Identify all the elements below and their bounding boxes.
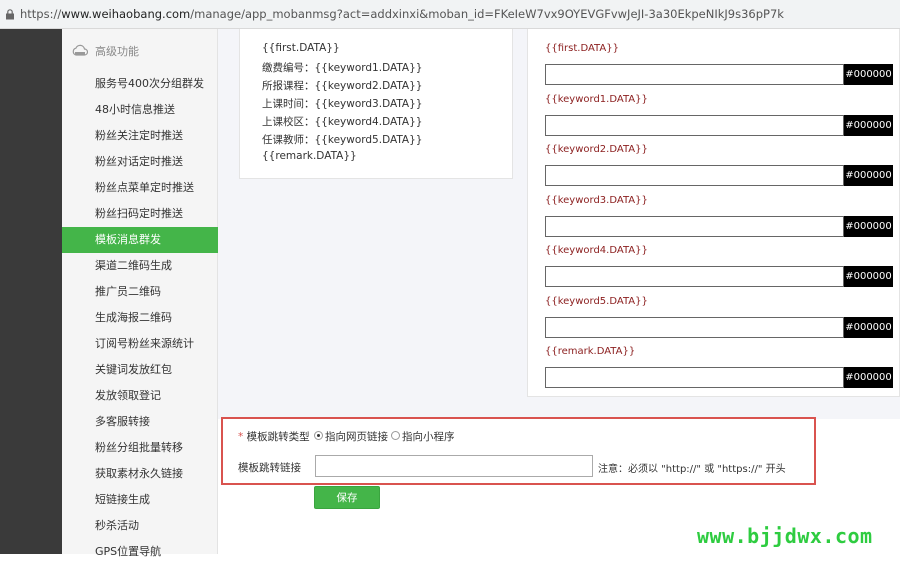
sidebar-item[interactable]: 粉丝关注定时推送 bbox=[62, 123, 218, 149]
sidebar-item[interactable]: 关键词发放红包 bbox=[62, 357, 218, 383]
field-label: {{keyword4.DATA}} bbox=[545, 245, 648, 256]
sidebar-item[interactable]: 获取素材永久链接 bbox=[62, 461, 218, 487]
jump-link-input[interactable] bbox=[315, 455, 593, 477]
field-value-input[interactable] bbox=[545, 215, 844, 237]
preview-line: 任课教师：{{keyword5.DATA}} bbox=[262, 134, 423, 146]
field-label: {{first.DATA}} bbox=[545, 43, 619, 54]
preview-line: 上课时间：{{keyword3.DATA}} bbox=[262, 98, 423, 110]
jump-type-text: 模板跳转类型 bbox=[246, 431, 310, 443]
field-color-picker[interactable]: #000000 bbox=[844, 316, 893, 338]
sidebar-item[interactable]: 粉丝对话定时推送 bbox=[62, 149, 218, 175]
field-color-picker[interactable]: #000000 bbox=[844, 64, 893, 85]
sidebar-item[interactable]: 短链接生成 bbox=[62, 487, 218, 513]
sidebar-item[interactable]: 粉丝扫码定时推送 bbox=[62, 201, 218, 227]
field-label: {{remark.DATA}} bbox=[545, 346, 636, 357]
sidebar-item[interactable]: 多客服转接 bbox=[62, 409, 218, 435]
preview-line: {{first.DATA}} bbox=[262, 42, 340, 54]
preview-line: 上课校区：{{keyword4.DATA}} bbox=[262, 116, 423, 128]
template-preview: {{first.DATA}} 缴费编号：{{keyword1.DATA}} 所报课程… bbox=[239, 29, 513, 179]
lock-icon bbox=[6, 9, 14, 20]
save-button[interactable]: 保存 bbox=[314, 486, 380, 509]
radio-mini-program[interactable] bbox=[391, 431, 400, 440]
sidebar-item[interactable]: 订阅号粉丝来源统计 bbox=[62, 331, 218, 357]
preview-line: 所报课程：{{keyword2.DATA}} bbox=[262, 80, 423, 92]
field-value-input[interactable] bbox=[545, 165, 844, 186]
field-value-input[interactable] bbox=[545, 316, 844, 338]
sidebar-item[interactable]: 48小时信息推送 bbox=[62, 97, 218, 123]
field-color-picker[interactable]: #000000 bbox=[844, 367, 893, 388]
radio-web-link[interactable] bbox=[314, 431, 323, 440]
field-label: {{keyword2.DATA}} bbox=[545, 144, 648, 155]
field-value-input[interactable] bbox=[545, 114, 844, 136]
sidebar: 高级功能 服务号400次分组群发 48小时信息推送 粉丝关注定时推送 粉丝对话定时推送… bbox=[62, 29, 218, 558]
radio-mini-program-label[interactable]: 指向小程序 bbox=[402, 429, 455, 444]
sidebar-item[interactable]: 渠道二维码生成 bbox=[62, 253, 218, 279]
field-label: {{keyword3.DATA}} bbox=[545, 194, 648, 206]
main-nav-strip bbox=[0, 29, 62, 554]
sidebar-item[interactable]: 粉丝点菜单定时推送 bbox=[62, 175, 218, 201]
sidebar-section-title: 高级功能 bbox=[95, 45, 139, 58]
field-color-picker[interactable]: #000000 bbox=[844, 266, 893, 287]
sidebar-item[interactable]: 秒杀活动 bbox=[62, 513, 218, 539]
field-color-picker[interactable]: #000000 bbox=[844, 114, 893, 136]
cloud-icon bbox=[72, 44, 88, 56]
sidebar-item[interactable]: 服务号400次分组群发 bbox=[62, 71, 218, 97]
field-label: {{keyword5.DATA}} bbox=[545, 295, 648, 307]
jump-type-label: * 模板跳转类型 bbox=[238, 429, 310, 444]
url-host: www.weihaobang.com bbox=[61, 7, 191, 21]
url-path: /manage/app_mobanmsg?act=addxinxi&moban_… bbox=[190, 7, 784, 21]
field-label: {{keyword1.DATA}} bbox=[545, 93, 648, 105]
radio-web-link-label[interactable]: 指向网页链接 bbox=[325, 429, 388, 444]
template-fields-panel: {{first.DATA}} #000000 {{keyword1.DATA}} #0… bbox=[527, 29, 900, 397]
jump-link-label: 模板跳转链接 bbox=[238, 462, 301, 474]
field-color-picker[interactable]: #000000 bbox=[844, 165, 893, 186]
watermark: www.bjjdwx.com bbox=[697, 524, 873, 548]
preview-line: {{remark.DATA}} bbox=[262, 150, 357, 162]
field-value-input[interactable] bbox=[545, 367, 844, 388]
field-value-input[interactable] bbox=[545, 64, 844, 85]
sidebar-item[interactable]: GPS位置导航 bbox=[62, 539, 218, 565]
main-content: {{first.DATA}} 缴费编号：{{keyword1.DATA}} 所报课程… bbox=[218, 29, 900, 554]
sidebar-item[interactable]: 生成海报二维码 bbox=[62, 305, 218, 331]
sidebar-item[interactable]: 推广员二维码 bbox=[62, 279, 218, 305]
field-value-input[interactable] bbox=[545, 266, 844, 287]
url-scheme: https:// bbox=[20, 7, 62, 21]
sidebar-item[interactable]: 粉丝分组批量转移 bbox=[62, 435, 218, 461]
preview-line: 缴费编号：{{keyword1.DATA}} bbox=[262, 62, 423, 74]
sidebar-item[interactable]: 模板消息群发 bbox=[62, 227, 218, 253]
sidebar-section-header: 高级功能 bbox=[62, 38, 218, 64]
required-mark: * bbox=[238, 431, 244, 443]
address-bar[interactable]: https://www.weihaobang.com/manage/app_mo… bbox=[0, 0, 900, 29]
url-text[interactable]: https://www.weihaobang.com/manage/app_mo… bbox=[20, 7, 784, 21]
field-color-picker[interactable]: #000000 bbox=[844, 215, 893, 237]
jump-link-note: 注意：必须以 "http://" 或 "https://" 开头 bbox=[598, 464, 786, 475]
sidebar-item[interactable]: 发放领取登记 bbox=[62, 383, 218, 409]
